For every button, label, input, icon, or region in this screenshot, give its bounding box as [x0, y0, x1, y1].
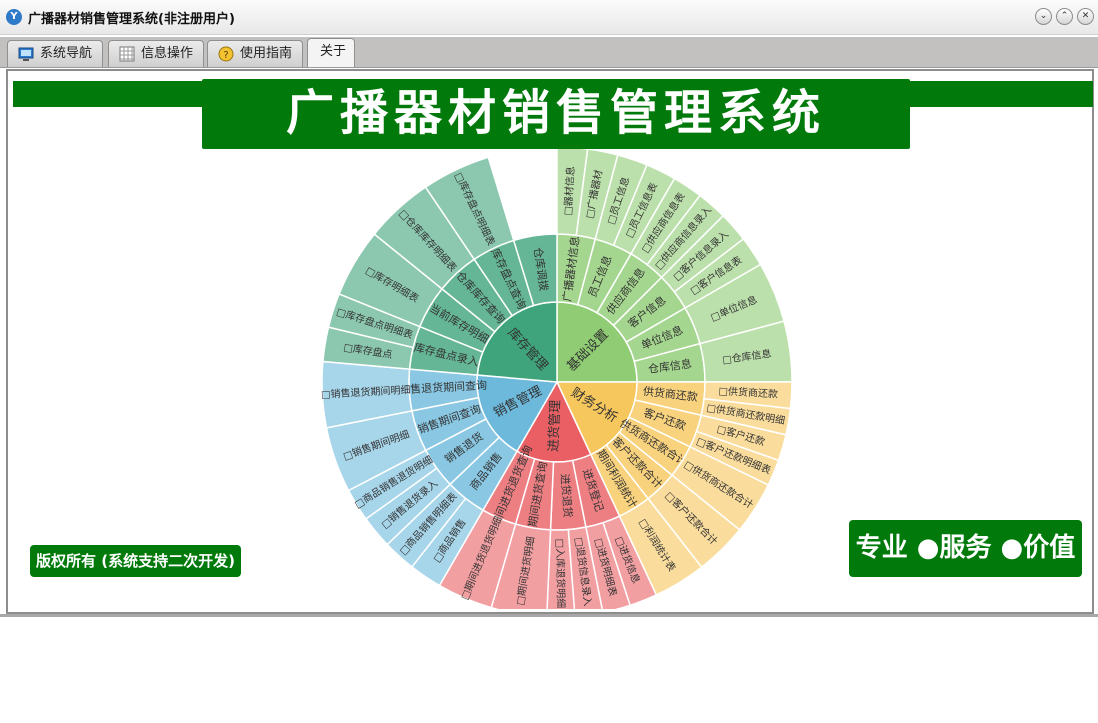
- system-title: 广播器材销售管理系统: [285, 85, 826, 141]
- banner: 广播器材销售管理系统: [202, 79, 910, 149]
- copyright-badge: 版权所有 (系统支持二次开发): [30, 545, 241, 577]
- slogan-badge: 专业 ●服务 ●价值: [849, 520, 1082, 577]
- sector-leaf-label: □入库退货明细: [554, 539, 568, 609]
- window-bottom-border: [0, 614, 1098, 617]
- sector-name: 进货管理: [545, 400, 563, 453]
